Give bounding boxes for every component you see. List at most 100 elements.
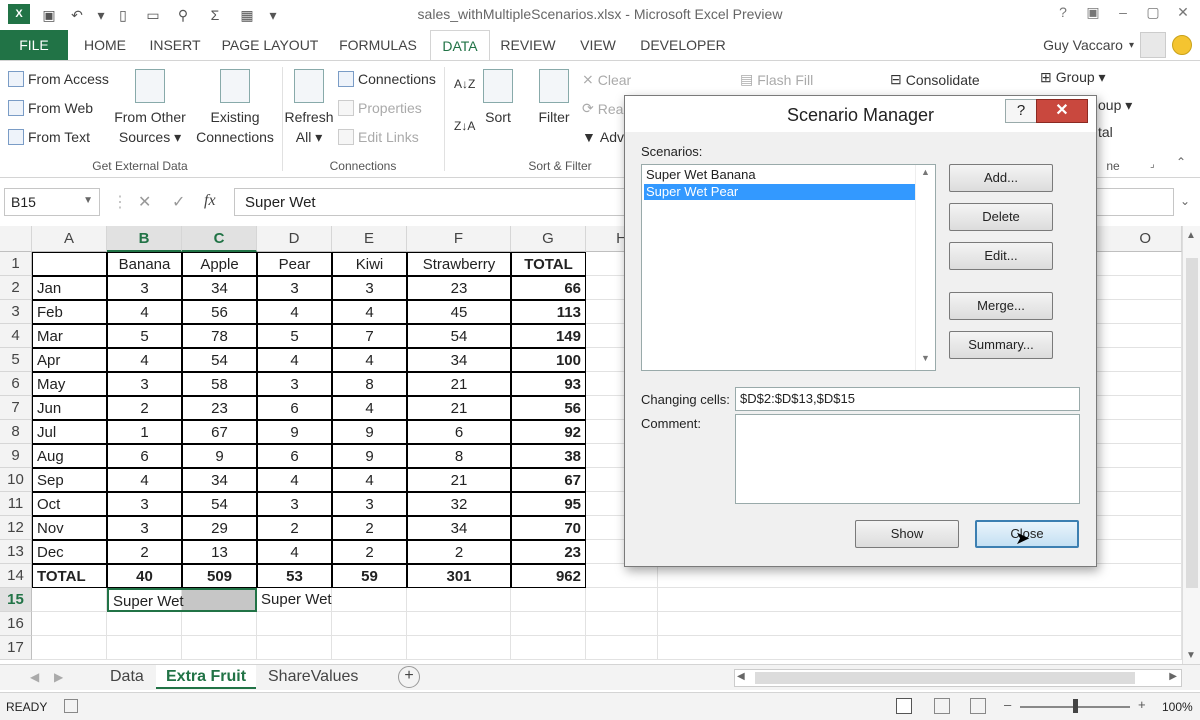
table-cell[interactable]: 6 [257,396,332,420]
table-cell[interactable]: 21 [407,372,511,396]
tab-review[interactable]: REVIEW [496,30,560,60]
table-cell[interactable]: 9 [332,420,407,444]
row-header[interactable]: 8 [0,420,32,444]
connections-button[interactable]: Connections [338,71,436,87]
table-cell[interactable]: 3 [107,492,182,516]
group-button[interactable]: ⊞ Group ▾ [1040,69,1106,86]
table-cell[interactable]: 3 [257,492,332,516]
refresh-all-button[interactable]: Refresh All ▾ [284,69,334,147]
table-cell[interactable]: 56 [511,396,586,420]
table-cell[interactable]: 3 [107,276,182,300]
row-header[interactable]: 3 [0,300,32,324]
total-cell[interactable]: 40 [107,564,182,588]
table-cell[interactable]: 4 [257,348,332,372]
user-account[interactable]: Guy Vaccaro ▾ [1043,30,1192,60]
table-cell[interactable]: 4 [257,540,332,564]
ribbon-display-icon[interactable]: ▣ [1082,4,1104,24]
zoom-out-icon[interactable]: – [1004,697,1011,712]
tab-file[interactable]: FILE [0,30,68,60]
table-cell[interactable]: 1 [107,420,182,444]
table-cell[interactable]: 113 [511,300,586,324]
table-cell[interactable]: 32 [407,492,511,516]
table-cell[interactable]: 3 [107,372,182,396]
zoom-slider-thumb[interactable] [1073,699,1078,713]
table-cell[interactable]: 56 [182,300,257,324]
column-header-a[interactable]: A [32,226,107,252]
table-cell[interactable]: 3 [257,276,332,300]
table-cell[interactable]: 58 [182,372,257,396]
table-cell[interactable]: 9 [257,420,332,444]
chevron-down-icon[interactable]: ▼ [83,195,93,206]
column-header-c[interactable]: C [182,226,257,252]
sort-button[interactable]: Sort [480,69,516,127]
next-sheet-icon[interactable]: ▶ [44,665,73,689]
cell-d15[interactable]: Super Wet [257,588,332,612]
table-cell[interactable]: 2 [107,540,182,564]
table-cell[interactable]: 34 [182,468,257,492]
table-cell[interactable]: 2 [107,396,182,420]
delete-button[interactable]: Delete [949,203,1053,231]
table-cell[interactable]: 4 [107,468,182,492]
tab-data[interactable]: DATA [430,30,490,61]
merge-button[interactable]: Merge... [949,292,1053,320]
month-cell[interactable]: May [32,372,107,396]
dialog-help-button[interactable]: ? [1005,99,1037,123]
user-name[interactable]: Guy Vaccaro [1043,37,1123,53]
table-cell[interactable]: 4 [332,396,407,420]
total-cell[interactable]: 53 [257,564,332,588]
table-cell[interactable]: 95 [511,492,586,516]
table-cell[interactable]: 6 [107,444,182,468]
tab-developer[interactable]: DEVELOPER [636,30,730,60]
close-window-button[interactable]: ✕ [1172,4,1194,24]
table-cell[interactable]: 23 [182,396,257,420]
table-cell[interactable]: 21 [407,396,511,420]
cell-b15[interactable]: Super Wet [107,588,257,612]
table-cell[interactable]: 54 [407,324,511,348]
month-cell[interactable]: Mar [32,324,107,348]
column-header-g[interactable]: G [511,226,586,252]
total-cell[interactable]: TOTAL [32,564,107,588]
column-header-d[interactable]: D [257,226,332,252]
column-header-e[interactable]: E [332,226,407,252]
table-header-cell[interactable]: Kiwi [332,252,407,276]
sheet-tab-data[interactable]: Data [100,665,154,689]
minimize-button[interactable]: – [1112,4,1134,24]
scroll-right-icon[interactable]: ▶ [1169,671,1177,682]
table-cell[interactable]: 100 [511,348,586,372]
row-header[interactable]: 11 [0,492,32,516]
row-header[interactable]: 1 [0,252,32,276]
summary-button[interactable]: Summary... [949,331,1053,359]
edit-button[interactable]: Edit... [949,242,1053,270]
help-icon[interactable]: ? [1052,4,1074,24]
row-header[interactable]: 4 [0,324,32,348]
scenarios-list[interactable]: Super Wet Banana Super Wet Pear ▲ ▼ [641,164,936,371]
row-header[interactable]: 13 [0,540,32,564]
tab-view[interactable]: VIEW [572,30,624,60]
zoom-level[interactable]: 100% [1162,700,1193,714]
add-sheet-button[interactable]: + [398,666,420,688]
dialog-title-bar[interactable]: Scenario Manager ? ✕ [625,96,1096,132]
table-cell[interactable]: 3 [332,276,407,300]
existing-connections-button[interactable]: Existing Connections [194,69,276,147]
month-cell[interactable]: Jun [32,396,107,420]
name-box[interactable]: B15 ▼ [4,188,100,216]
table-cell[interactable]: 6 [407,420,511,444]
row-header[interactable]: 7 [0,396,32,420]
cell[interactable] [32,252,107,276]
table-cell[interactable]: 78 [182,324,257,348]
table-cell[interactable]: 2 [257,516,332,540]
table-cell[interactable]: 45 [407,300,511,324]
tab-home[interactable]: HOME [74,30,136,60]
sort-a-z-icon[interactable]: A↓Z [454,77,475,91]
table-cell[interactable]: 93 [511,372,586,396]
row-header[interactable]: 5 [0,348,32,372]
vertical-scrollbar[interactable]: ▲ ▼ [1182,226,1200,664]
tab-insert[interactable]: INSERT [144,30,206,60]
ungroup-button[interactable]: oup ▾ [1098,97,1132,114]
avatar[interactable] [1140,32,1166,58]
row-header[interactable]: 6 [0,372,32,396]
table-cell[interactable]: 9 [332,444,407,468]
table-cell[interactable]: 149 [511,324,586,348]
column-header-b[interactable]: B [107,226,182,252]
list-scrollbar[interactable]: ▲ ▼ [915,165,935,370]
